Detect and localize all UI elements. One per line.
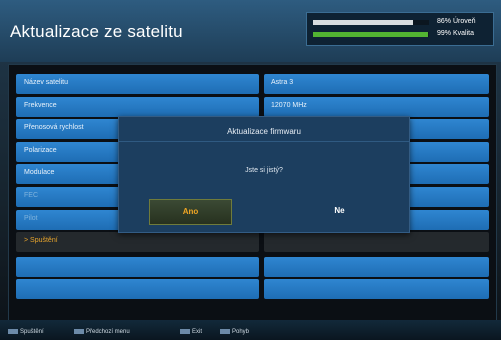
settings-row-label-text: Název satelitu	[24, 79, 68, 86]
settings-row-label-text: > Spuštění	[24, 237, 58, 244]
back-key-icon	[74, 329, 84, 334]
settings-row-value	[264, 232, 489, 252]
dialog-title: Aktualizace firmwaru	[227, 127, 301, 136]
page-title: Aktualizace ze satelitu	[10, 22, 183, 41]
footer-hint-start: Spuštění	[8, 329, 44, 339]
footer-hint-back: Předchozí menu	[74, 329, 130, 339]
dialog-message: Jste si jistý?	[245, 167, 283, 174]
signal-quality-label: 99% Kvalita	[437, 30, 474, 37]
header: Aktualizace ze satelitu 86% Úroveň 99% K…	[0, 0, 501, 62]
settings-row-label[interactable]: Frekvence	[16, 97, 259, 117]
settings-row-label-text: Polarizace	[24, 147, 57, 154]
settings-row-value-text: 12070 MHz	[271, 102, 307, 109]
settings-row-value-text: Astra 3	[271, 79, 294, 86]
footer-hints: Spuštění Předchozí menu Exit Pohyb	[0, 320, 501, 340]
settings-row-label-text: Přenosová rychlost	[24, 124, 84, 131]
arrow-keys-icon	[220, 329, 230, 334]
firmware-update-dialog: Aktualizace firmwaru Jste si jistý? Ano …	[118, 116, 410, 233]
signal-quality-bar	[313, 32, 429, 37]
settings-row-value: 12070 MHz	[264, 97, 489, 117]
ok-key-icon	[8, 329, 18, 334]
settings-row-empty	[16, 257, 259, 277]
yes-button[interactable]: Ano	[149, 199, 232, 225]
no-button[interactable]: Ne	[299, 199, 380, 223]
settings-row-value: Astra 3	[264, 74, 489, 94]
settings-row-label[interactable]: > Spuštění	[16, 232, 259, 252]
settings-row-empty	[264, 279, 489, 299]
settings-row-empty	[16, 279, 259, 299]
signal-level-label: 86% Úroveň	[437, 18, 476, 25]
settings-row-empty	[264, 257, 489, 277]
signal-level-bar	[313, 20, 429, 25]
no-button-label: Ne	[334, 206, 345, 215]
footer-hint-move: Pohyb	[220, 329, 249, 339]
signal-quality-fill	[313, 32, 428, 37]
footer-hint-exit: Exit	[180, 329, 202, 339]
yes-button-label: Ano	[182, 207, 199, 216]
settings-row-label[interactable]: Název satelitu	[16, 74, 259, 94]
dialog-divider	[119, 141, 409, 142]
settings-row-label-text: Frekvence	[24, 102, 57, 109]
signal-meter: 86% Úroveň 99% Kvalita	[306, 12, 494, 46]
signal-level-fill	[313, 20, 413, 25]
settings-row-label-text: Pilot	[24, 215, 38, 222]
settings-row-label-text: Modulace	[24, 169, 55, 176]
tv-screen: Aktualizace ze satelitu 86% Úroveň 99% K…	[0, 0, 501, 340]
exit-key-icon	[180, 329, 190, 334]
settings-row-label-text: FEC	[24, 192, 38, 199]
